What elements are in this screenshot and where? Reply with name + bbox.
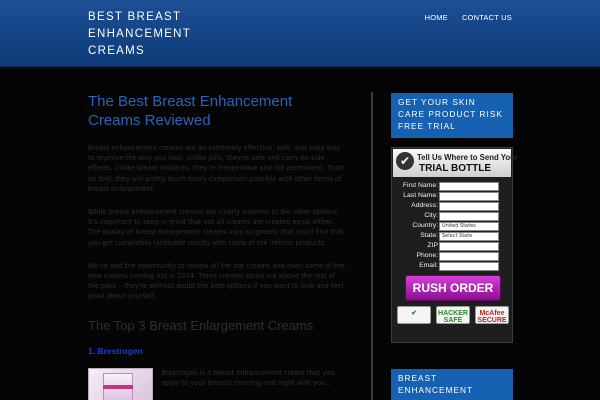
product-heading-link[interactable]: 1. Brestrogen bbox=[88, 346, 346, 356]
field-label: Country: bbox=[412, 222, 438, 229]
product-entry: Brestrogen is a breast enhancement cream… bbox=[88, 367, 346, 400]
nav-home-link[interactable]: HOME bbox=[425, 13, 448, 22]
state-select[interactable]: Select State bbox=[439, 231, 499, 241]
section-heading: The Top 3 Breast Enlargement Creams bbox=[88, 317, 314, 333]
country-select[interactable]: United States bbox=[439, 221, 499, 231]
email-input[interactable] bbox=[439, 261, 499, 271]
field-label: City: bbox=[424, 212, 438, 219]
field-label: First Name: bbox=[402, 182, 438, 189]
verified-badge-icon: ✔ bbox=[397, 306, 431, 324]
city-input[interactable] bbox=[439, 211, 499, 221]
field-label: Email: bbox=[419, 262, 438, 269]
first-name-input[interactable] bbox=[439, 181, 499, 191]
field-row-address: Address: bbox=[394, 201, 510, 211]
field-row-email: Email: bbox=[394, 261, 510, 271]
main-content: The Best Breast Enhancement Creams Revie… bbox=[88, 92, 346, 400]
body-paragraph: While breast enhancement creams are clea… bbox=[88, 208, 344, 247]
field-row-last-name: Last Name: bbox=[394, 191, 510, 201]
site-header: BEST BREAST ENHANCEMENT CREAMS HOME CONT… bbox=[0, 0, 600, 67]
field-row-zip: ZIP bbox=[394, 241, 510, 251]
main-nav: HOME CONTACT US bbox=[425, 13, 512, 22]
product-image[interactable] bbox=[88, 367, 154, 400]
security-badges: ✔ HACKER SAFE McAfee SECURE bbox=[397, 306, 509, 324]
field-label: State: bbox=[420, 232, 438, 239]
field-label: ZIP bbox=[427, 242, 438, 249]
column-divider bbox=[371, 92, 373, 400]
phone-input[interactable] bbox=[439, 251, 499, 261]
nav-contact-link[interactable]: CONTACT US bbox=[462, 13, 512, 22]
field-label: Phone: bbox=[416, 252, 438, 259]
body-paragraph: We've had the opportunity to review all … bbox=[88, 261, 345, 301]
address-input[interactable] bbox=[439, 201, 499, 211]
zip-input[interactable] bbox=[439, 241, 499, 251]
mcafee-secure-badge-icon: McAfee SECURE bbox=[475, 306, 509, 324]
field-row-country: Country: United States bbox=[394, 221, 510, 231]
product-description: Brestrogen is a breast enhancement cream… bbox=[161, 368, 335, 387]
form-headline-emphasis: TRIAL BOTTLE bbox=[419, 163, 492, 174]
trial-order-form: ✔ Tell Us Where to Send Your TRIAL BOTTL… bbox=[391, 147, 518, 343]
site-title[interactable]: BEST BREAST ENHANCEMENT CREAMS bbox=[88, 9, 198, 60]
intro-paragraph: Breast enhancement creams are an extreme… bbox=[88, 144, 345, 193]
hacker-safe-badge-icon: HACKER SAFE bbox=[436, 306, 470, 324]
rush-order-button[interactable]: RUSH ORDER bbox=[405, 275, 501, 301]
form-header: ✔ Tell Us Where to Send Your TRIAL BOTTL… bbox=[393, 149, 518, 177]
field-label: Last Name: bbox=[403, 192, 438, 199]
field-row-state: State: Select State bbox=[394, 231, 510, 241]
form-headline: Tell Us Where to Send Your bbox=[417, 153, 518, 162]
widget-title-breast-enhancement: BREAST ENHANCEMENT bbox=[391, 369, 513, 400]
last-name-input[interactable] bbox=[439, 191, 499, 201]
field-row-first-name: First Name: bbox=[394, 181, 510, 191]
field-row-city: City: bbox=[394, 211, 510, 221]
widget-title-trial: GET YOUR SKIN CARE PRODUCT RISK FREE TRI… bbox=[391, 93, 513, 138]
page-title: The Best Breast Enhancement Creams Revie… bbox=[88, 93, 293, 129]
product-label-stripe bbox=[103, 384, 133, 389]
field-row-phone: Phone: bbox=[394, 251, 510, 261]
checkmark-icon: ✔ bbox=[396, 152, 414, 170]
field-label: Address: bbox=[411, 202, 438, 209]
